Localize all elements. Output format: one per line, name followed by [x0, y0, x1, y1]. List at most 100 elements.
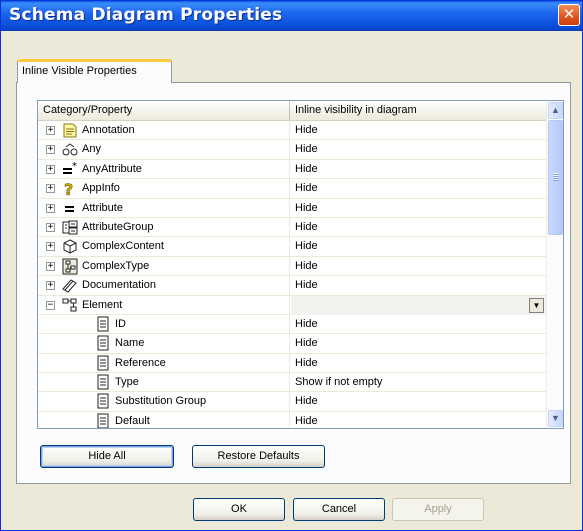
- property-icon: [94, 355, 112, 372]
- hide-all-label: Hide All: [88, 450, 126, 462]
- expand-icon[interactable]: +: [46, 203, 55, 213]
- visibility-text: Hide: [295, 240, 318, 253]
- expand-icon[interactable]: +: [46, 242, 55, 252]
- visibility-text: Hide: [295, 317, 318, 330]
- table-row[interactable]: + ComplexType Hide: [38, 256, 548, 277]
- property-name-cell[interactable]: + ComplexContent: [38, 237, 290, 257]
- visibility-value[interactable]: Hide: [291, 354, 548, 373]
- property-name-cell[interactable]: +? AppInfo: [38, 179, 290, 199]
- visibility-value[interactable]: Hide: [291, 392, 548, 411]
- hide-all-button[interactable]: Hide All: [40, 445, 174, 468]
- scroll-down-button[interactable]: ▼: [548, 410, 563, 427]
- visibility-text: Hide: [295, 143, 318, 156]
- vertical-scrollbar[interactable]: ▲ ▼: [546, 101, 563, 428]
- chevron-down-icon: ▼: [532, 300, 541, 310]
- table-row[interactable]: Default Hide: [38, 411, 548, 428]
- visibility-text: Hide: [295, 201, 318, 214]
- attributegroup-icon: [61, 219, 79, 236]
- property-label: Element: [82, 298, 123, 311]
- property-name-cell[interactable]: + Documentation: [38, 276, 290, 296]
- property-label: Name: [115, 337, 145, 350]
- property-label: ComplexType: [82, 259, 150, 272]
- property-name-cell[interactable]: Reference: [38, 353, 290, 373]
- table-row[interactable]: Name Hide: [38, 334, 548, 354]
- visibility-value[interactable]: Show if not empty: [291, 373, 548, 392]
- table-row[interactable]: − Element ▼: [38, 295, 548, 315]
- visibility-text: Hide: [295, 124, 318, 136]
- property-label: Reference: [115, 356, 166, 369]
- expand-icon[interactable]: +: [46, 145, 55, 155]
- table-row[interactable]: + Any Hide: [38, 140, 548, 160]
- column-header-category[interactable]: Category/Property: [38, 101, 290, 120]
- column-header-visibility[interactable]: Inline visibility in diagram: [290, 101, 548, 120]
- property-name-cell[interactable]: Name: [38, 334, 290, 354]
- property-label: Attribute: [82, 201, 123, 214]
- visibility-value[interactable]: Hide: [291, 257, 548, 276]
- property-label: AppInfo: [82, 182, 120, 195]
- table-row[interactable]: +? AppInfo Hide: [38, 179, 548, 199]
- property-name-cell[interactable]: Type: [38, 373, 290, 393]
- visibility-value[interactable]: Hide: [291, 218, 548, 237]
- grid-header: Category/Property Inline visibility in d…: [38, 101, 548, 121]
- scroll-up-button[interactable]: ▲: [548, 102, 563, 119]
- property-name-cell[interactable]: + ComplexType: [38, 256, 290, 276]
- visibility-value[interactable]: Hide: [291, 276, 548, 295]
- expand-icon[interactable]: +: [46, 281, 55, 291]
- expand-icon[interactable]: +: [46, 184, 55, 194]
- table-row[interactable]: + AttributeGroup Hide: [38, 217, 548, 238]
- documentation-icon: [61, 277, 79, 294]
- property-label: Any: [82, 143, 101, 156]
- restore-defaults-button[interactable]: Restore Defaults: [192, 445, 325, 468]
- visibility-value[interactable]: Hide: [291, 237, 548, 256]
- property-name-cell[interactable]: + Annotation: [38, 121, 290, 140]
- tab-inline-visible-properties[interactable]: Inline Visible Properties: [17, 59, 172, 83]
- collapse-icon[interactable]: −: [46, 300, 55, 310]
- dialog-window: Schema Diagram Properties ✕ Inline Visib…: [0, 0, 583, 531]
- property-name-cell[interactable]: + Any: [38, 140, 290, 160]
- visibility-dropdown[interactable]: ▼: [291, 295, 548, 315]
- visibility-text: Hide: [295, 259, 318, 272]
- property-name-cell[interactable]: + * AnyAttribute: [38, 159, 290, 179]
- cancel-label: Cancel: [321, 503, 357, 515]
- scroll-thumb[interactable]: [548, 120, 563, 235]
- close-button[interactable]: ✕: [558, 4, 580, 26]
- expand-icon[interactable]: +: [46, 261, 55, 271]
- expand-icon[interactable]: +: [46, 164, 55, 174]
- dropdown-arrow-button[interactable]: ▼: [529, 297, 544, 313]
- table-row[interactable]: Reference Hide: [38, 353, 548, 374]
- table-row[interactable]: Substitution Group Hide: [38, 392, 548, 412]
- table-row[interactable]: ID Hide: [38, 314, 548, 335]
- expand-icon[interactable]: +: [46, 222, 55, 232]
- property-name-cell[interactable]: ID: [38, 314, 290, 334]
- visibility-value[interactable]: Hide: [291, 179, 548, 198]
- visibility-value[interactable]: Hide: [291, 315, 548, 334]
- visibility-value[interactable]: Hide: [291, 160, 548, 179]
- table-row[interactable]: + Annotation Hide: [38, 121, 548, 141]
- table-row[interactable]: + ComplexContent Hide: [38, 237, 548, 257]
- property-name-cell[interactable]: + AttributeGroup: [38, 217, 290, 237]
- property-label: Substitution Group: [115, 395, 207, 408]
- table-row[interactable]: + Attribute Hide: [38, 198, 548, 218]
- visibility-value[interactable]: Hide: [291, 121, 548, 140]
- visibility-value[interactable]: Hide: [291, 140, 548, 159]
- table-row[interactable]: + Documentation Hide: [38, 276, 548, 296]
- expand-icon[interactable]: +: [46, 126, 55, 135]
- visibility-value[interactable]: Hide: [291, 412, 548, 428]
- element-icon: [61, 297, 79, 314]
- chevron-down-icon: ▼: [551, 413, 560, 423]
- title-bar[interactable]: Schema Diagram Properties ✕: [1, 1, 582, 31]
- visibility-text: Hide: [295, 395, 318, 408]
- cancel-button[interactable]: Cancel: [293, 498, 385, 521]
- table-row[interactable]: Type Show if not empty: [38, 373, 548, 393]
- property-name-cell[interactable]: + Attribute: [38, 198, 290, 218]
- property-icon: [94, 413, 112, 428]
- visibility-value[interactable]: Hide: [291, 334, 548, 353]
- property-name-cell[interactable]: − Element: [38, 295, 290, 315]
- visibility-text: Hide: [295, 356, 318, 369]
- table-row[interactable]: + * AnyAttribute Hide: [38, 159, 548, 180]
- visibility-value[interactable]: Hide: [291, 199, 548, 218]
- property-name-cell[interactable]: Default: [38, 411, 290, 428]
- apply-button[interactable]: Apply: [392, 498, 484, 521]
- ok-button[interactable]: OK: [193, 498, 285, 521]
- property-name-cell[interactable]: Substitution Group: [38, 392, 290, 412]
